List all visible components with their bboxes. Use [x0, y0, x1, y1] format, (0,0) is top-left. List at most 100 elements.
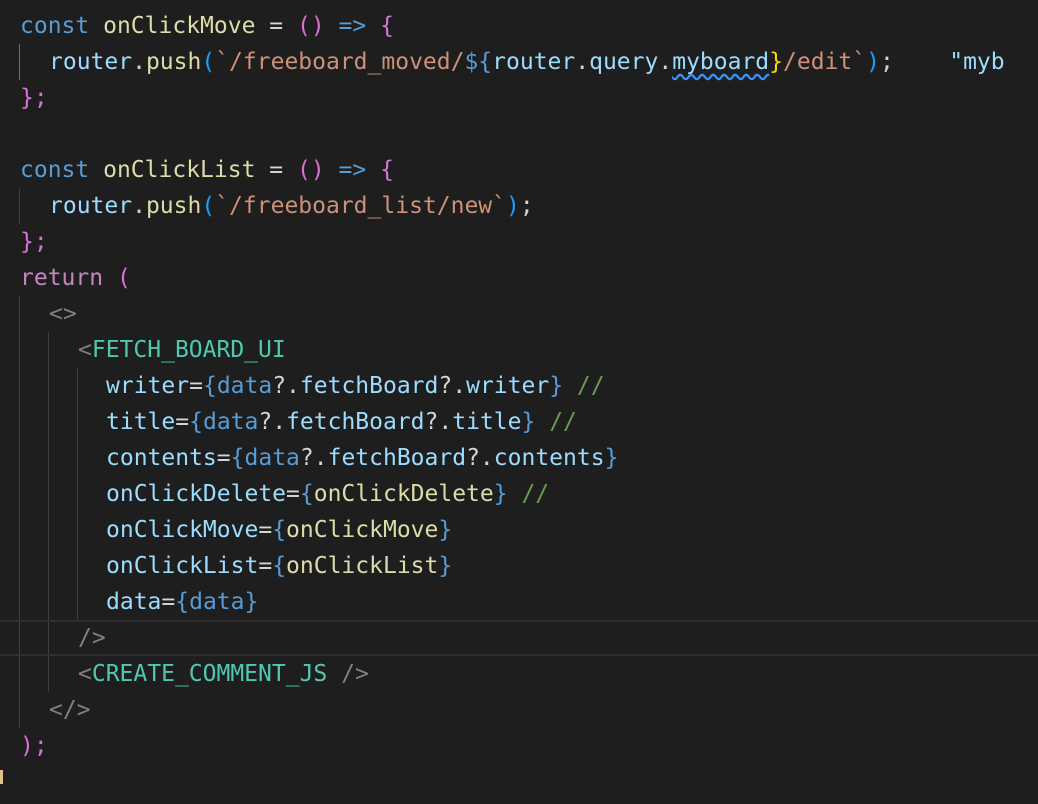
code-line-18-current: /> [0, 620, 1038, 656]
token-equals: = [175, 409, 190, 435]
token-property: fetchBoard [286, 409, 425, 435]
code-line-1: const onClickMove = () => { [0, 8, 1038, 44]
code-line-5: const onClickList = () => { [0, 152, 1038, 188]
token-attribute: onClickList [106, 553, 259, 579]
token-fragment-open: <> [49, 301, 77, 327]
token-arrow: => [324, 157, 381, 183]
token-brace: { [380, 13, 394, 39]
token-tag-bracket: < [78, 661, 92, 687]
token-brace: { [380, 157, 394, 183]
token-equals: = [161, 589, 176, 615]
token-paren: ) [866, 49, 880, 75]
token-dot: . [658, 49, 673, 75]
code-line-19: <CREATE_COMMENT_JS /> [0, 656, 1038, 692]
token-brace: { [175, 589, 190, 615]
token-comment: // [563, 373, 605, 399]
token-variable: router [49, 193, 133, 219]
token-string: /edit` [783, 49, 867, 75]
token-equals: = [189, 373, 203, 399]
token-equals: = [258, 517, 273, 543]
token-function-name: onClickList [103, 157, 256, 183]
token-variable: data [216, 373, 273, 399]
code-line-3: }; [0, 80, 1038, 116]
token-paren: () [296, 13, 325, 39]
token-variable: data [202, 409, 259, 435]
token-paren: ( [103, 265, 131, 291]
token-brace: } [438, 517, 453, 543]
token-attribute: writer [106, 373, 190, 399]
code-line-11: writer={data?.fetchBoard?.writer} // [0, 368, 1038, 404]
code-editor[interactable]: const onClickMove = () => { router.push(… [0, 0, 1038, 804]
code-line-12: title={data?.fetchBoard?.title} // [0, 404, 1038, 440]
token-close-paren: ); [20, 733, 48, 759]
code-line-2: router.push(`/freeboard_moved/${router.q… [0, 44, 1038, 80]
token-brace: } [244, 589, 259, 615]
token-brace: { [272, 517, 287, 543]
token-attribute: contents [106, 445, 217, 471]
token-paren: () [296, 157, 325, 183]
token-operator: = [255, 157, 297, 183]
token-arrow: => [324, 13, 381, 39]
code-line-17: data={data} [0, 584, 1038, 620]
token-function-ref: onClickMove [286, 517, 439, 543]
code-line-8: return ( [0, 260, 1038, 296]
token-optional-chain: ?. [272, 373, 300, 399]
token-semicolon: ; [519, 193, 534, 219]
token-brace: } [493, 481, 508, 507]
token-brace: { [230, 445, 245, 471]
token-component-name: CREATE_COMMENT_JS [91, 661, 328, 687]
token-function-ref: onClickList [286, 553, 439, 579]
token-template-open: ${ [464, 49, 493, 75]
token-dot: . [575, 49, 590, 75]
token-brace: } [549, 373, 564, 399]
token-self-close: /> [78, 625, 106, 651]
code-line-9: <> [0, 296, 1038, 332]
token-paren: ) [506, 193, 520, 219]
token-brace: } [438, 553, 453, 579]
token-overflow-text: "myb [949, 49, 1005, 75]
token-optional-chain: ?. [299, 445, 328, 471]
token-comment: // [507, 481, 550, 507]
code-line-6: router.push(`/freeboard_list/new`); [0, 188, 1038, 224]
token-string: `/freeboard_moved/ [215, 49, 465, 75]
gutter-marker [0, 770, 3, 784]
token-property: title [452, 409, 522, 435]
code-line-10: <FETCH_BOARD_UI [0, 332, 1038, 368]
token-optional-chain: ?. [424, 409, 453, 435]
token-optional-chain: ?. [466, 445, 494, 471]
token-paren: ( [201, 193, 216, 219]
token-variable: data [189, 589, 245, 615]
token-attribute: data [106, 589, 162, 615]
token-close-brace: }; [20, 85, 48, 111]
token-tag-bracket: < [78, 337, 92, 363]
token-brace: { [202, 373, 217, 399]
token-property: writer [466, 373, 550, 399]
token-brace: } [604, 445, 619, 471]
token-property-warning[interactable]: myboard [672, 49, 769, 75]
code-line-20: </> [0, 692, 1038, 728]
token-attribute: title [106, 409, 176, 435]
token-fragment-close: </> [49, 697, 91, 723]
token-equals: = [286, 481, 300, 507]
token-attribute: onClickMove [106, 517, 259, 543]
token-dot: . [132, 193, 146, 219]
token-brace: { [272, 553, 287, 579]
token-dot: . [132, 49, 146, 75]
token-optional-chain: ?. [258, 409, 287, 435]
token-brace: } [521, 409, 536, 435]
token-method: push [145, 49, 202, 75]
code-line-7: }; [0, 224, 1038, 260]
code-line-13: contents={data?.fetchBoard?.contents} [0, 440, 1038, 476]
token-property: fetchBoard [327, 445, 467, 471]
token-method: push [145, 193, 202, 219]
token-self-close: /> [327, 661, 369, 687]
token-property: fetchBoard [299, 373, 439, 399]
token-operator: = [255, 13, 297, 39]
token-brace: { [299, 481, 314, 507]
token-optional-chain: ?. [438, 373, 467, 399]
code-line-21: ); [0, 728, 1038, 764]
token-keyword: const [20, 13, 90, 39]
token-equals: = [216, 445, 231, 471]
token-comment: // [535, 409, 577, 435]
code-line-14: onClickDelete={onClickDelete} // [0, 476, 1038, 512]
